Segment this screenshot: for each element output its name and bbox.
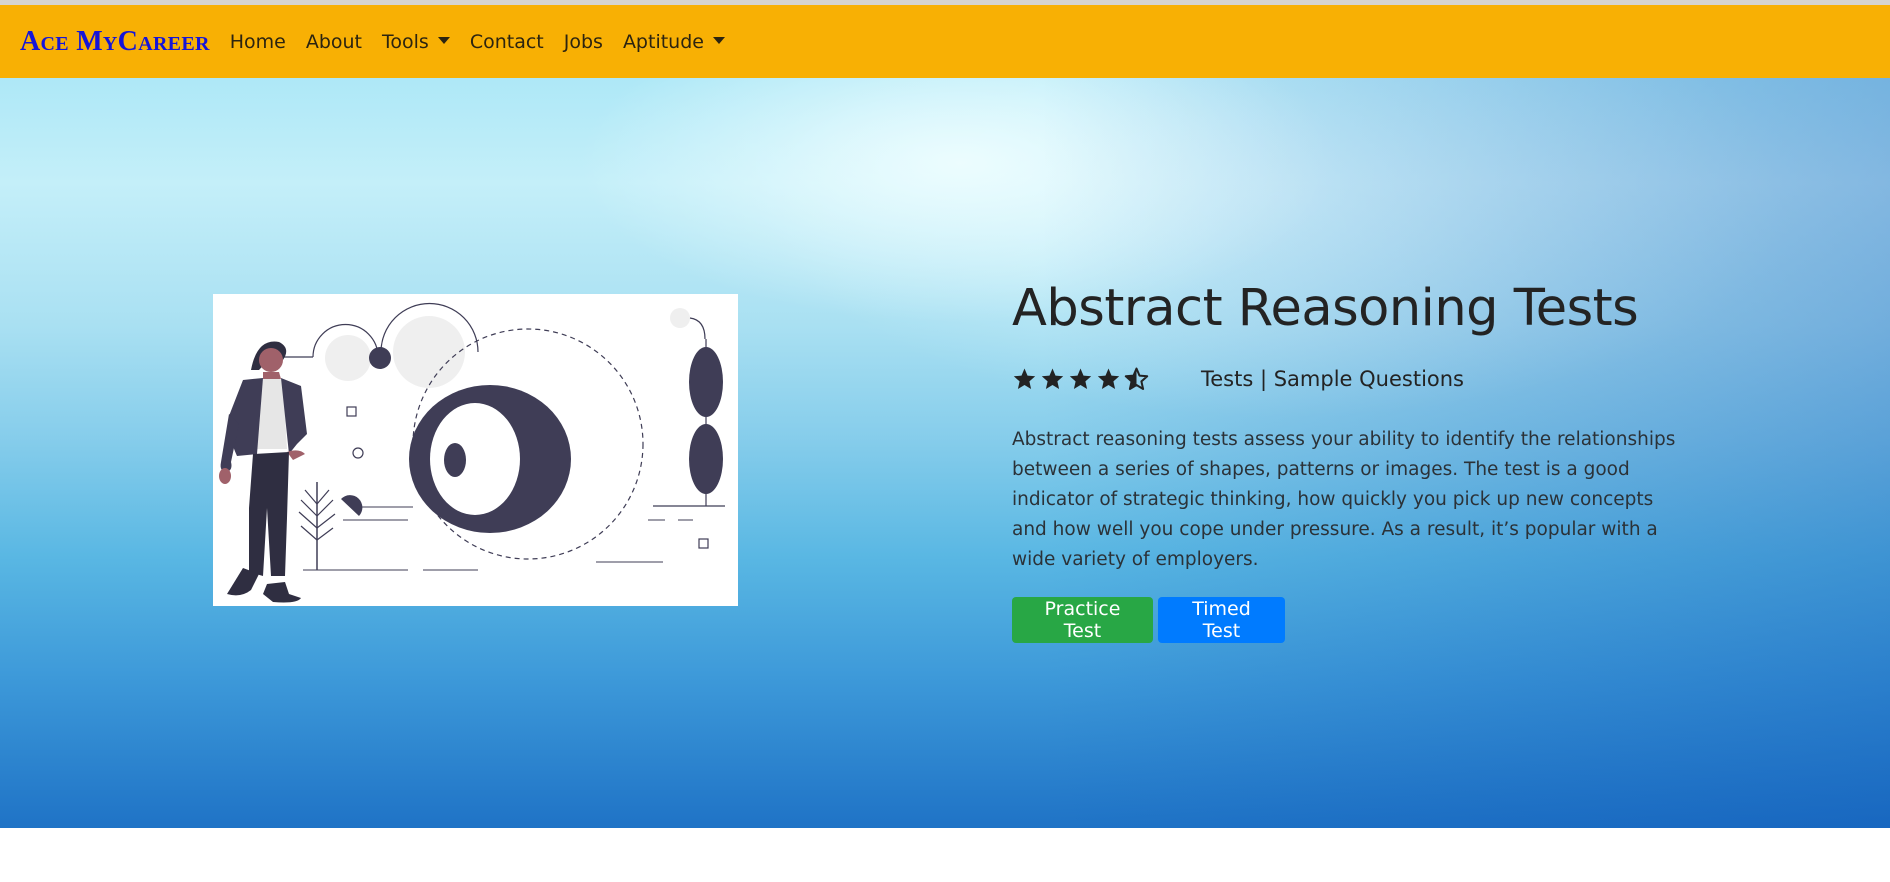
rating-row: Tests | Sample Questions xyxy=(1012,367,1677,391)
abstract-shapes-illustration xyxy=(219,302,725,603)
star-icon xyxy=(1041,368,1064,390)
page-title: Abstract Reasoning Tests xyxy=(1012,279,1639,338)
nav-link-jobs-label: Jobs xyxy=(563,30,603,53)
nav-link-jobs[interactable]: Jobs xyxy=(554,31,613,53)
nav-link-about[interactable]: About xyxy=(296,31,372,53)
nav-link-contact[interactable]: Contact xyxy=(460,31,554,53)
brand-logo[interactable]: Ace MyCareer xyxy=(20,26,210,58)
caret-down-icon xyxy=(437,37,450,44)
nav-dropdown-tools[interactable]: Tools xyxy=(372,31,460,53)
hero-section: Abstract Reasoning Tests Tests | Sample … xyxy=(0,78,1890,828)
nav-dropdown-tools-label: Tools xyxy=(382,30,429,53)
star-icon xyxy=(1013,368,1036,390)
star-half-icon xyxy=(1124,367,1149,391)
nav-dropdown-aptitude[interactable]: Aptitude xyxy=(613,31,735,53)
nav-dropdown-aptitude-label: Aptitude xyxy=(622,30,704,53)
timed-test-button[interactable]: Timed Test xyxy=(1158,597,1285,644)
nav-link-contact-label: Contact xyxy=(469,30,544,53)
star-icon xyxy=(1097,368,1120,390)
practice-test-button[interactable]: Practice Test xyxy=(1012,597,1153,644)
nav-link-home[interactable]: Home xyxy=(220,31,296,53)
nav-link-about-label: About xyxy=(305,30,363,53)
star-icon xyxy=(1069,368,1092,390)
hero-illustration xyxy=(213,294,738,606)
person-figure xyxy=(219,341,307,603)
description: Abstract reasoning tests assess your abi… xyxy=(1012,429,1676,571)
navbar: Ace MyCareer Home About Tools Contact Jo… xyxy=(0,5,1890,78)
star-rating xyxy=(1012,367,1152,391)
test-buttons: Practice Test Timed Test xyxy=(1012,597,1677,644)
rating-text: Tests | Sample Questions xyxy=(1201,367,1465,392)
nav-link-home-label: Home xyxy=(229,30,286,53)
caret-down-icon xyxy=(712,37,725,44)
hero-content: Abstract Reasoning Tests Tests | Sample … xyxy=(1012,278,1677,644)
